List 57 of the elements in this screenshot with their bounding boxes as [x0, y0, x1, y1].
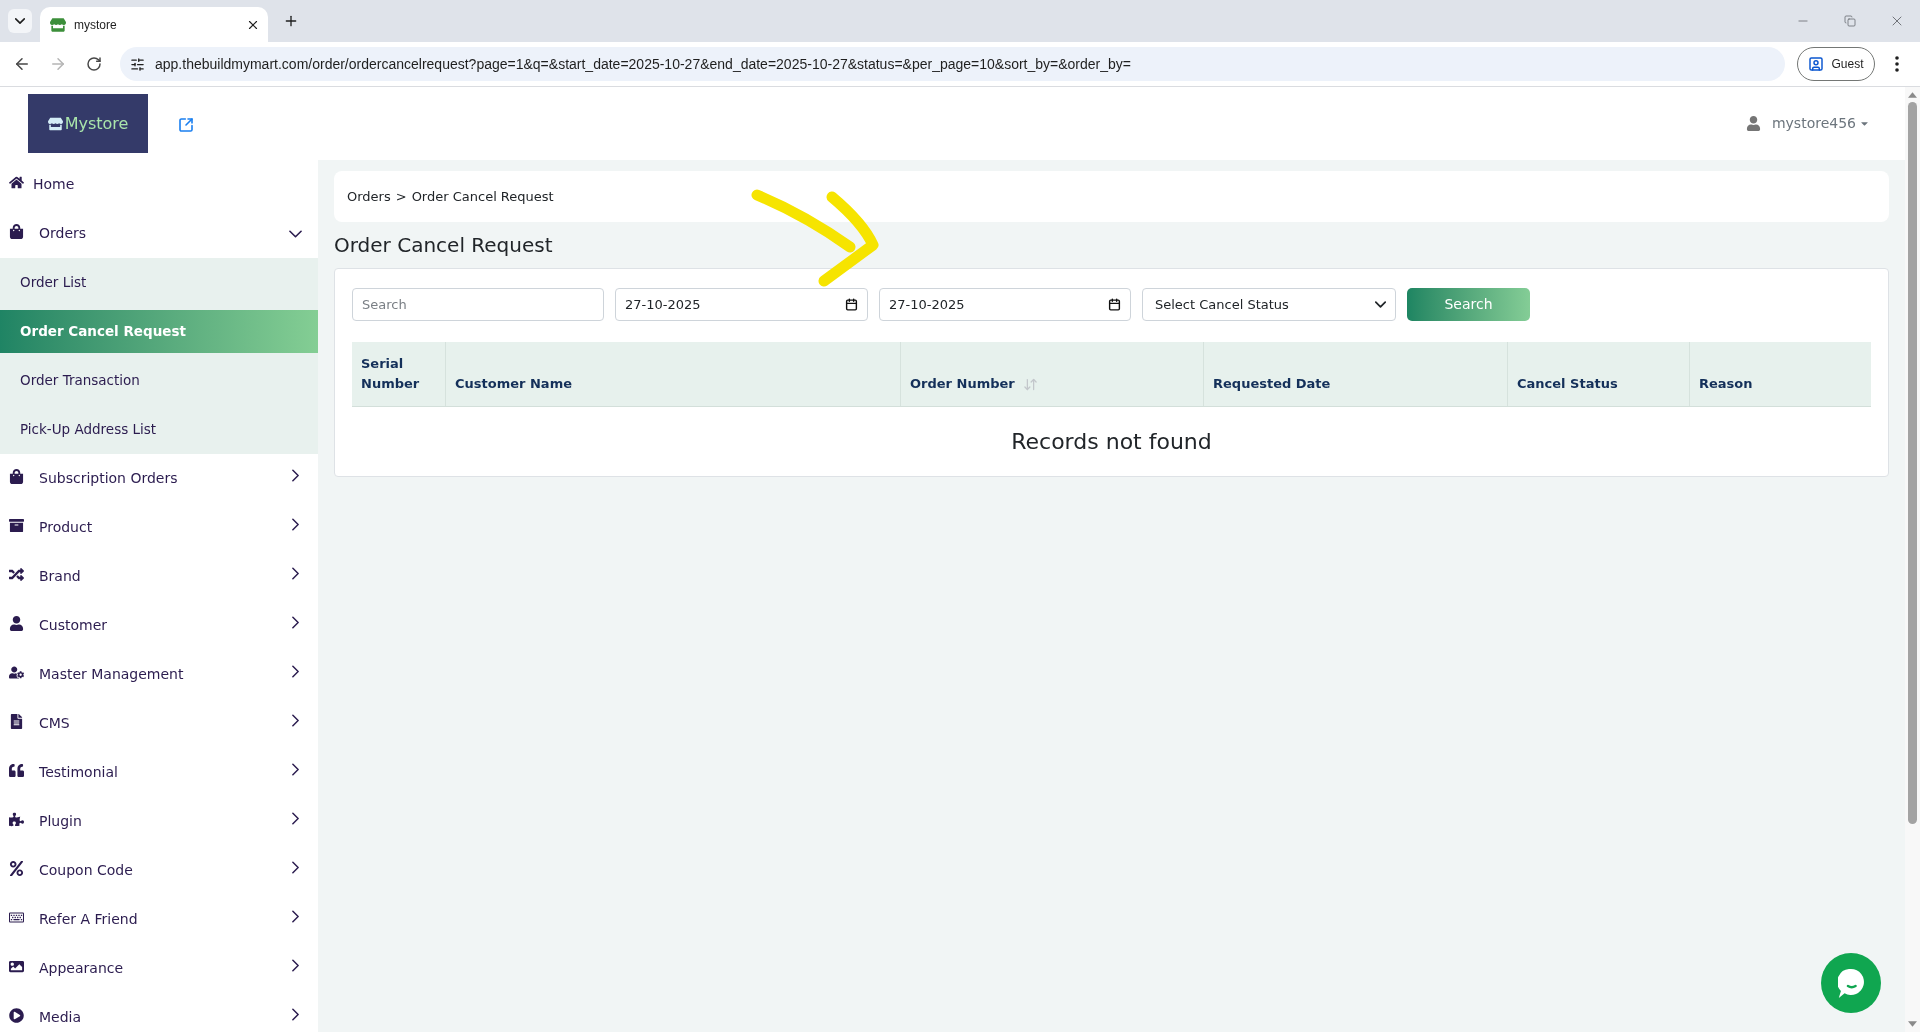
date-field[interactable]: 27-10-2025	[615, 288, 868, 321]
breadcrumb-separator: >	[395, 187, 407, 206]
status-select[interactable]: Select Cancel Status	[1142, 288, 1396, 321]
breadcrumb-current: Order Cancel Request	[411, 187, 554, 206]
shopping-bag-icon	[9, 469, 24, 484]
document-icon	[9, 714, 24, 729]
puzzle-piece-icon	[9, 812, 24, 827]
tab-title: mystore	[74, 16, 118, 34]
restore-icon	[1843, 15, 1856, 27]
page-title: Order Cancel Request	[334, 232, 553, 259]
new-tab-icon[interactable]	[283, 13, 299, 29]
breadcrumb-link[interactable]: Orders	[347, 186, 391, 207]
chevron-down-icon	[15, 18, 25, 24]
column-header: Order Number	[910, 375, 1015, 393]
column-header: Requested Date	[1213, 375, 1331, 393]
external-link-icon[interactable]	[178, 116, 194, 133]
scrollbar[interactable]	[1905, 87, 1920, 1032]
image-icon	[9, 959, 24, 974]
date-field[interactable]: 27-10-2025	[879, 288, 1131, 321]
user-menu[interactable]: mystore456	[1745, 113, 1870, 134]
scroll-up-icon[interactable]	[1908, 92, 1917, 98]
calendar-icon[interactable]	[845, 298, 858, 311]
submenu-item[interactable]: Order List	[0, 261, 318, 304]
chevron-down-icon	[1375, 301, 1386, 308]
quote-icon	[9, 763, 24, 778]
archive-box-icon	[9, 518, 24, 533]
keyboard-icon	[9, 910, 24, 925]
user-icon	[1745, 116, 1761, 131]
store-favicon-icon	[50, 16, 66, 33]
submenu-item[interactable]: Pick-Up Address List	[0, 408, 318, 451]
home-icon	[9, 175, 24, 190]
column-header: Serial Number	[361, 355, 421, 393]
user-icon	[9, 616, 24, 631]
arrow-right-icon	[49, 55, 67, 73]
percent-icon	[9, 861, 24, 876]
column-header: Customer Name	[455, 375, 572, 393]
profile-icon	[1808, 56, 1825, 72]
calendar-icon[interactable]	[1108, 298, 1121, 311]
chat-bubble-icon	[1838, 968, 1864, 998]
user-gear-icon	[9, 665, 24, 680]
column-header: Reason	[1699, 375, 1753, 393]
store-icon	[47, 116, 63, 131]
column-header: Cancel Status	[1517, 375, 1618, 393]
site-info-icon[interactable]	[130, 56, 145, 72]
reload-icon	[86, 56, 102, 72]
search-field[interactable]: Search	[352, 288, 604, 321]
logo-text: Mystore	[64, 112, 129, 135]
scroll-down-icon[interactable]	[1908, 1021, 1917, 1027]
tab-list-button[interactable]	[8, 9, 32, 33]
shopping-bag-icon	[9, 224, 24, 239]
empty-message: Records not found	[1011, 428, 1212, 456]
shuffle-icon	[9, 567, 24, 582]
browser-tab[interactable]: mystore	[40, 7, 268, 42]
menu-icon	[1895, 56, 1899, 72]
submenu-item[interactable]: Order Transaction	[0, 359, 318, 402]
address-bar[interactable]: app.thebuildmymart.com/order/ordercancelrequest?page=1&q=&start_date=2025-10-27&end_date=2025-10-27&status=&per_page=10&sort_by=&order_by=	[120, 47, 1785, 81]
scrollbar-thumb[interactable]	[1908, 102, 1917, 824]
